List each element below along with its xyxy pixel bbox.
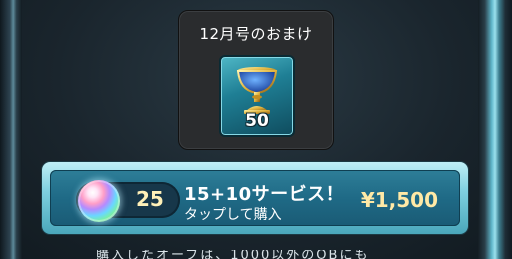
purchase-orbs-button[interactable]: 25 15+10サービス！ タップして購入 ¥1,500	[42, 162, 468, 234]
bonus-item-tile: 50	[219, 55, 295, 137]
bonus-title: 12月号のおまけ	[199, 25, 313, 43]
purchase-button-face[interactable]: 25 15+10サービス！ タップして購入 ¥1,500	[50, 170, 460, 226]
bonus-item-count: 50	[245, 111, 269, 131]
chalice-icon	[236, 67, 278, 114]
left-frame-border	[0, 0, 22, 259]
monthly-bonus-panel: 12月号のおまけ 50	[178, 10, 334, 150]
footer-note: 購入したオーブは、1000以外のOBにも	[96, 250, 396, 259]
right-frame-border	[478, 0, 512, 259]
offer-title: 15+10サービス！	[184, 184, 345, 205]
orb-count: 25	[136, 187, 164, 211]
orb-icon	[78, 180, 120, 222]
price-label: ¥1,500	[360, 188, 438, 212]
offer-subtitle: タップして購入	[184, 207, 282, 223]
footer-text: 購入したオーブは、1000以外のOBにも	[96, 250, 370, 259]
